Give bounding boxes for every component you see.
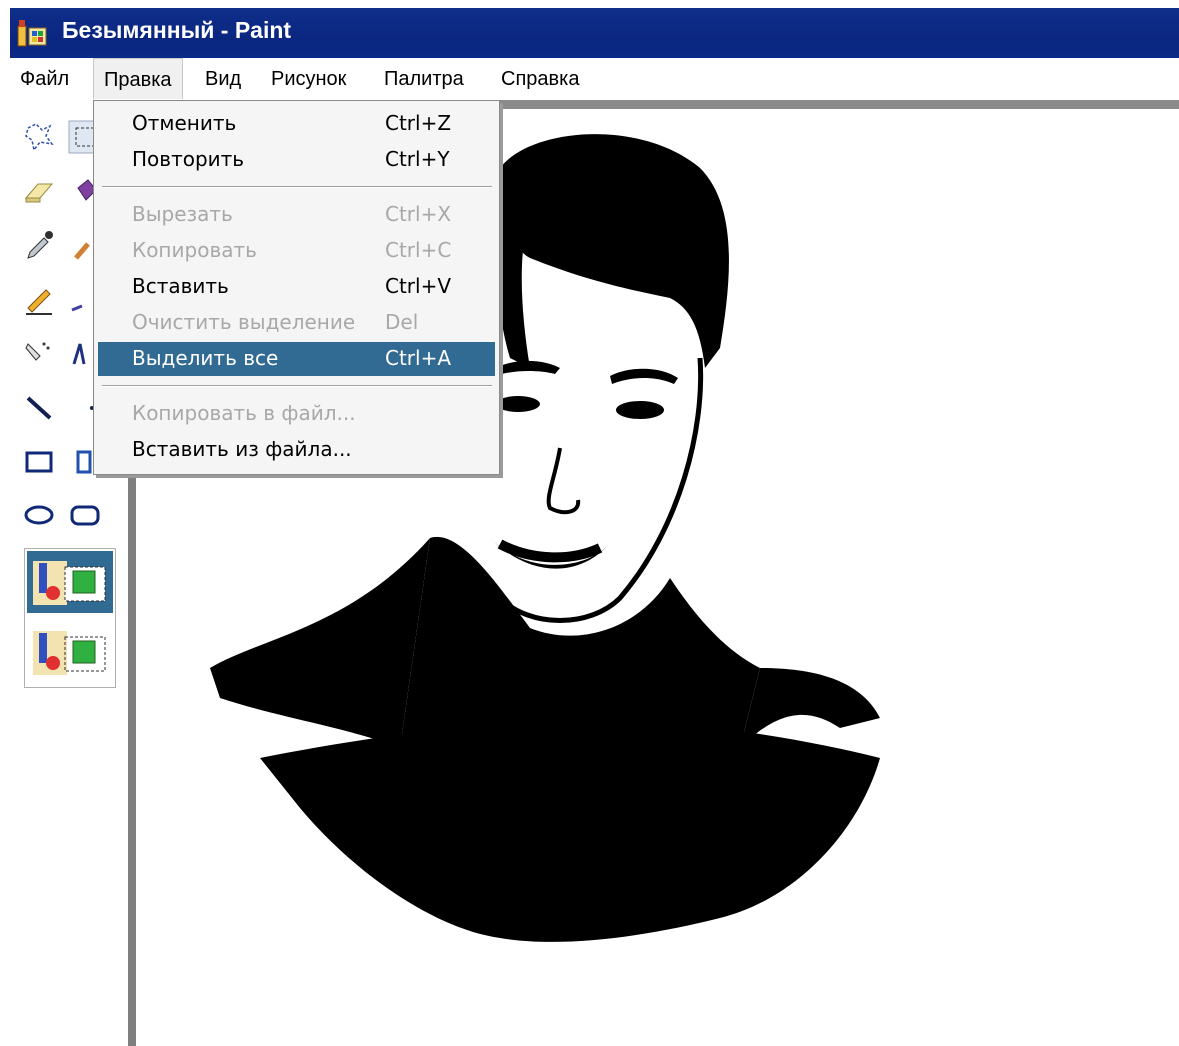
edit-menu-dropdown: Отменить Ctrl+Z Повторить Ctrl+Y Вырезат… [93, 100, 500, 475]
menu-item-shortcut: Ctrl+A [385, 346, 452, 370]
menu-item-redo[interactable]: Повторить Ctrl+Y [98, 143, 495, 177]
menu-item-clear-selection[interactable]: Очистить выделение Del [98, 306, 495, 340]
menu-view[interactable]: Вид [205, 68, 241, 91]
ellipse-icon[interactable] [22, 498, 56, 532]
menu-separator [102, 385, 492, 387]
menu-item-label: Выделить все [132, 346, 279, 370]
menu-item-cut[interactable]: Вырезать Ctrl+X [98, 198, 495, 232]
rounded-rect-icon[interactable] [68, 498, 102, 532]
menu-item-shortcut: Ctrl+Y [385, 147, 450, 171]
menu-item-copy[interactable]: Копировать Ctrl+C [98, 234, 495, 268]
menu-file[interactable]: Файл [20, 68, 69, 91]
line-icon[interactable] [22, 390, 56, 424]
menu-item-copy-to-file[interactable]: Копировать в файл... [98, 397, 495, 431]
pencil-icon[interactable] [22, 282, 56, 316]
menu-item-label: Вставить из файла... [132, 437, 352, 461]
menu-item-select-all[interactable]: Выделить все Ctrl+A [98, 342, 495, 376]
menu-image[interactable]: Рисунок [271, 68, 346, 91]
paint-app-icon [17, 20, 47, 47]
menu-item-shortcut: Ctrl+X [385, 202, 452, 226]
menu-item-label: Повторить [132, 147, 245, 171]
opaque-selection-icon[interactable] [27, 551, 113, 613]
menu-item-shortcut: Ctrl+Z [385, 111, 452, 135]
airbrush-icon[interactable] [22, 336, 56, 370]
menu-help[interactable]: Справка [501, 68, 579, 91]
menu-item-label: Копировать в файл... [132, 401, 356, 425]
menu-item-label: Отменить [132, 111, 237, 135]
menu-item-label: Вырезать [132, 202, 233, 226]
menu-edit[interactable]: Правка [93, 58, 183, 99]
menu-item-label: Очистить выделение [132, 310, 356, 334]
window-title: Безымянный - Paint [62, 17, 292, 43]
menu-item-undo[interactable]: Отменить Ctrl+Z [98, 107, 495, 141]
menu-colors[interactable]: Палитра [384, 68, 464, 91]
menu-item-label: Вставить [132, 274, 229, 298]
menu-item-paste[interactable]: Вставить Ctrl+V [98, 270, 495, 304]
selection-mode-panel [24, 548, 116, 688]
menu-item-shortcut: Ctrl+C [385, 238, 452, 262]
title-bar[interactable]: Безымянный - Paint [10, 8, 1179, 58]
menu-item-label: Копировать [132, 238, 257, 262]
menu-bar: Файл Правка Вид Рисунок Палитра Справка [10, 58, 1179, 101]
transparent-selection-icon[interactable] [27, 621, 113, 683]
menu-item-paste-from-file[interactable]: Вставить из файла... [98, 433, 495, 467]
eraser-icon[interactable] [22, 174, 56, 208]
menu-item-shortcut: Ctrl+V [385, 274, 452, 298]
menu-item-shortcut: Del [385, 310, 419, 334]
menu-separator [102, 186, 492, 188]
color-picker-icon[interactable] [22, 228, 56, 262]
rectangle-icon[interactable] [22, 444, 56, 478]
free-select-icon[interactable] [22, 120, 56, 154]
